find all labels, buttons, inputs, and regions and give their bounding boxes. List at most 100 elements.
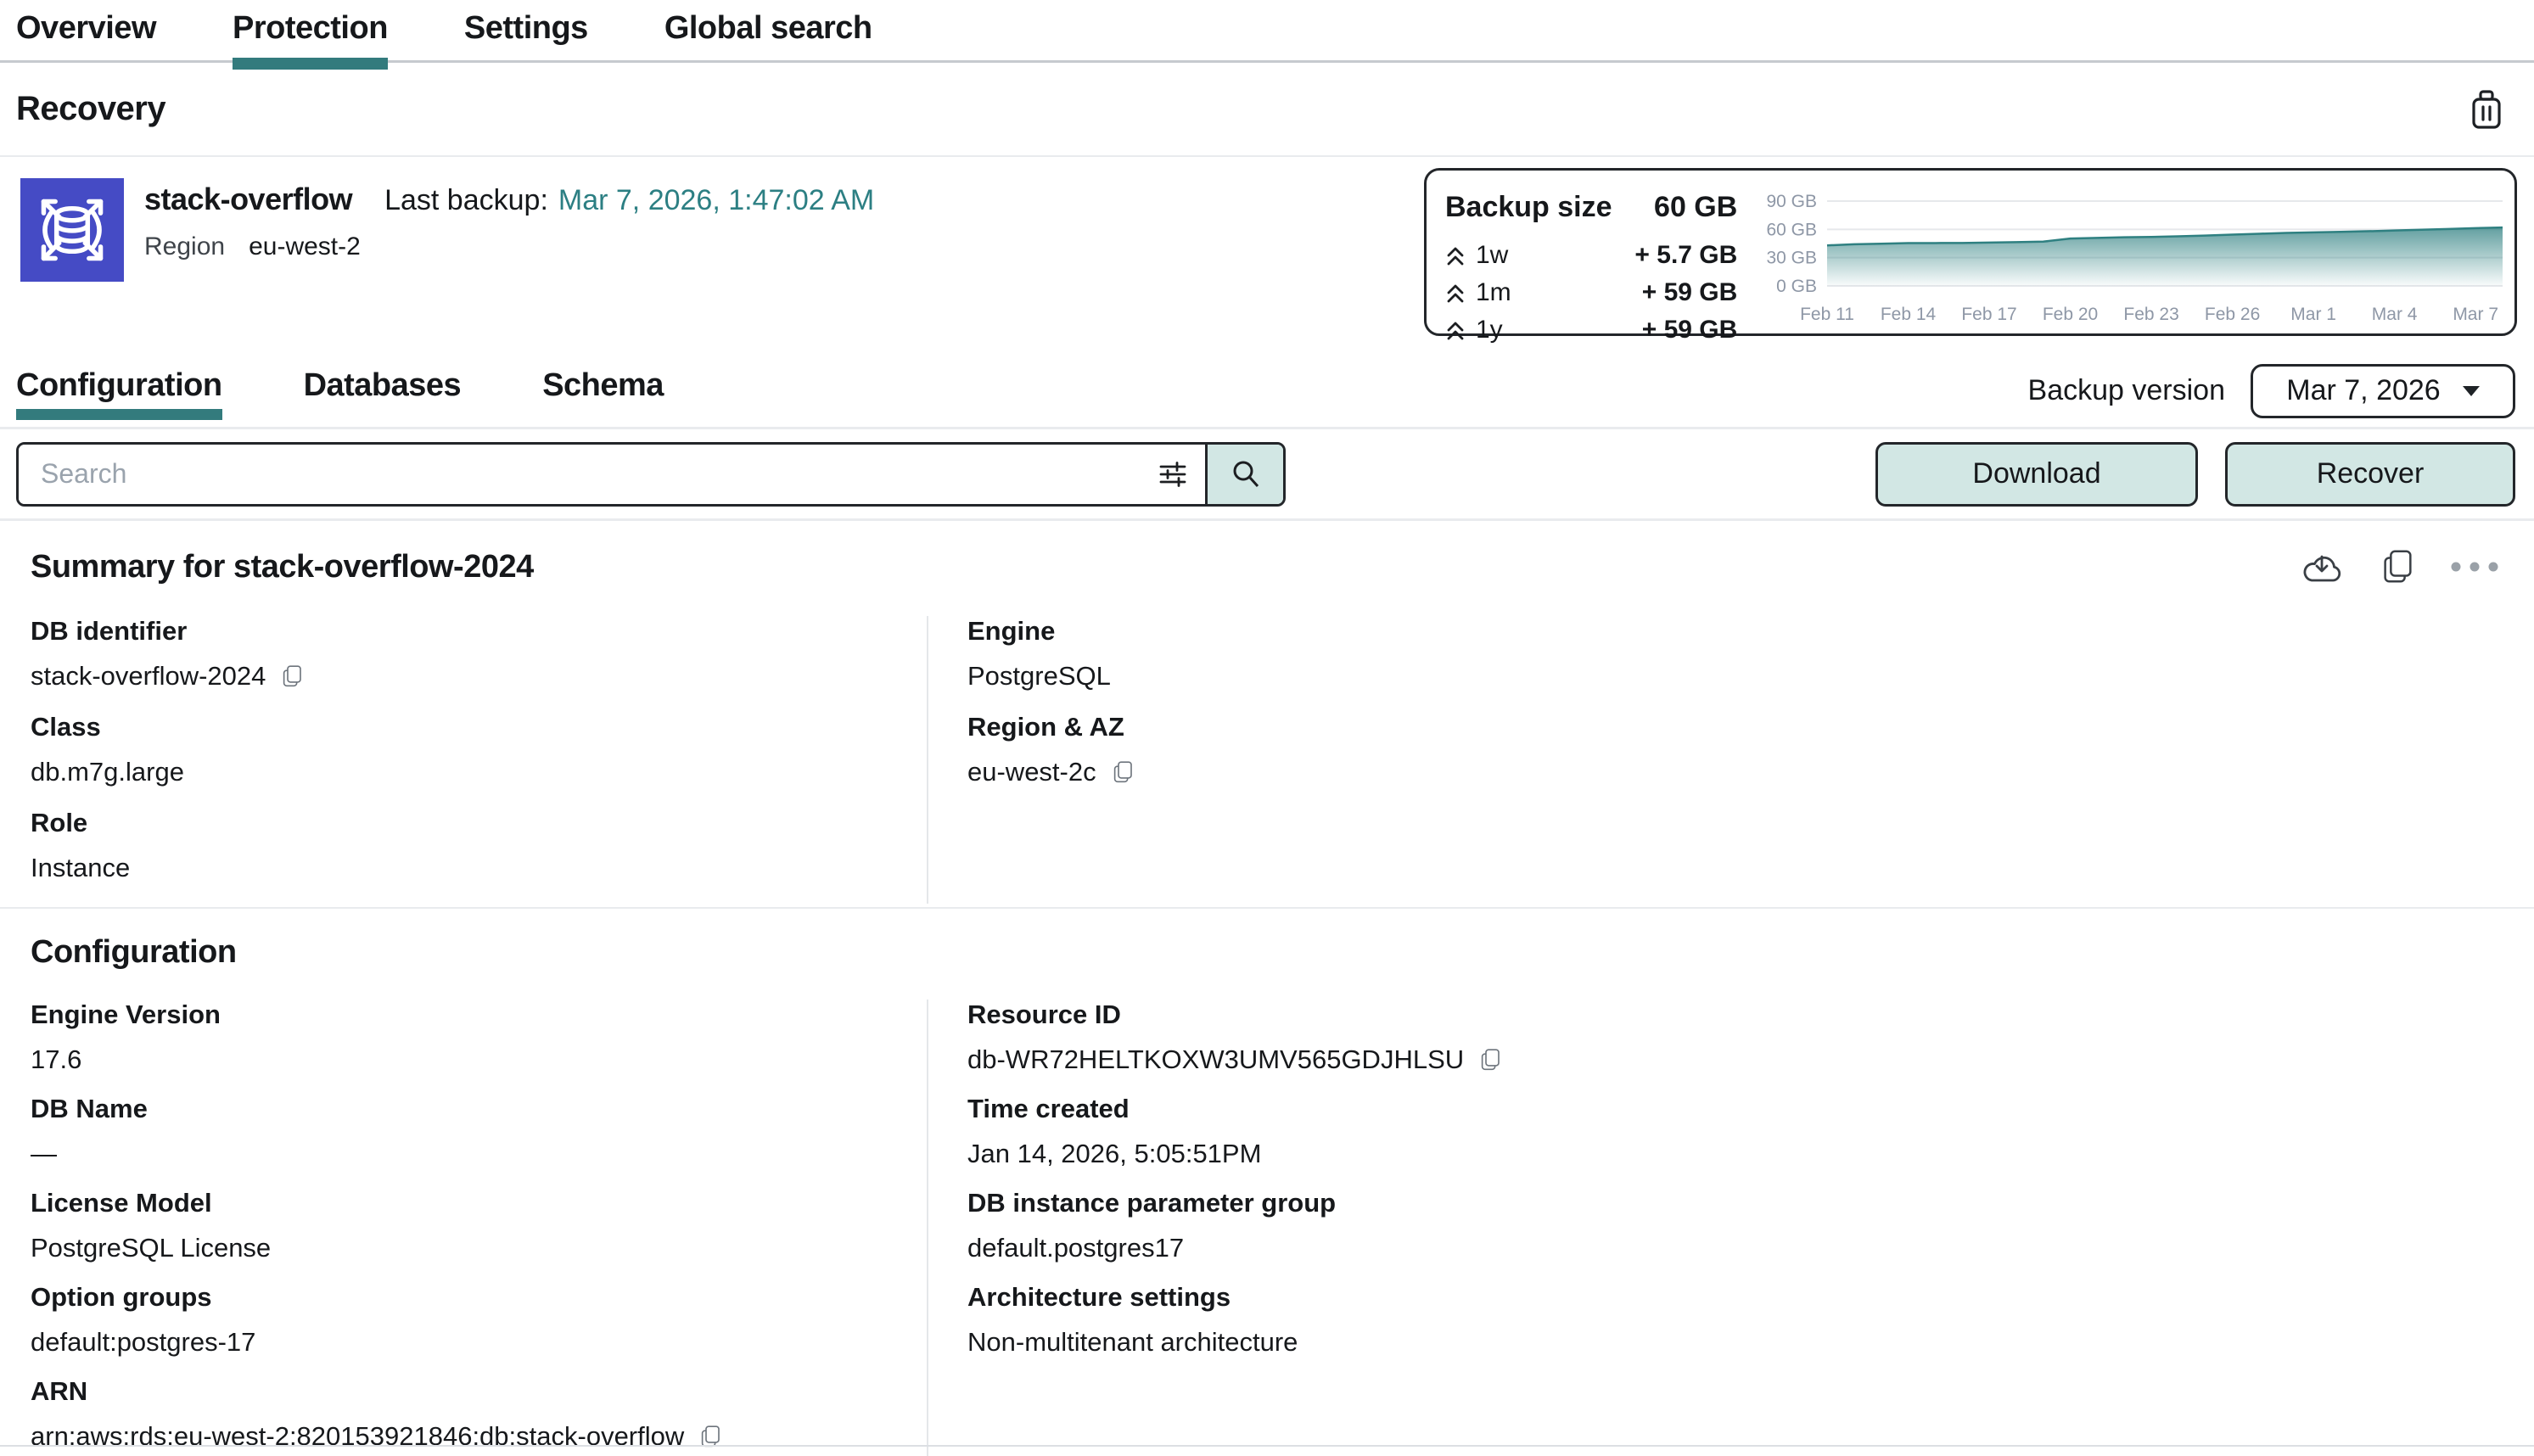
tab-databases[interactable]: Databases bbox=[304, 354, 462, 428]
backup-size-panel: Backup size 60 GB 1w + 5.7 GB 1m + 59 GB bbox=[1424, 168, 2517, 336]
backup-delta-row: 1w + 5.7 GB bbox=[1445, 241, 1737, 270]
instance-name: stack-overflow bbox=[144, 182, 352, 217]
copy-icon[interactable] bbox=[279, 662, 305, 691]
search-box bbox=[16, 442, 1286, 507]
field-value: arn:aws:rds:eu-west-2:820153921846:db:st… bbox=[31, 1421, 684, 1452]
instance-summary-row: stack-overflow Last backup: Mar 7, 2026,… bbox=[0, 157, 2534, 355]
field-label: Architecture settings bbox=[967, 1282, 2503, 1313]
field-value: — bbox=[31, 1139, 57, 1169]
field-db-name: DB Name — bbox=[31, 1094, 927, 1169]
field-role: Role Instance bbox=[31, 808, 927, 883]
chevron-double-up-icon bbox=[1445, 319, 1466, 341]
region-label: Region bbox=[144, 232, 225, 261]
page-title: Recovery bbox=[16, 90, 165, 128]
cloud-download-icon bbox=[2300, 550, 2344, 584]
field-architecture-settings: Architecture settings Non-multitenant ar… bbox=[967, 1282, 2503, 1358]
field-time-created: Time created Jan 14, 2026, 5:05:51PM bbox=[967, 1094, 2503, 1169]
instance-meta: stack-overflow Last backup: Mar 7, 2026,… bbox=[144, 178, 874, 355]
field-value: eu-west-2c bbox=[967, 757, 1096, 787]
svg-text:Feb 17: Feb 17 bbox=[1962, 305, 2017, 324]
svg-text:Feb 14: Feb 14 bbox=[1881, 305, 1937, 324]
field-value: db.m7g.large bbox=[31, 757, 184, 787]
chevron-down-icon bbox=[2463, 386, 2480, 396]
backup-delta-row: 1m + 59 GB bbox=[1445, 278, 1737, 307]
field-label: DB Name bbox=[31, 1094, 927, 1124]
trash-icon bbox=[2466, 87, 2507, 132]
field-arn: ARN arn:aws:rds:eu-west-2:820153921846:d… bbox=[31, 1376, 927, 1452]
svg-text:Feb 26: Feb 26 bbox=[2205, 305, 2260, 324]
filter-sliders-icon bbox=[1158, 461, 1188, 488]
backup-size-total: 60 GB bbox=[1654, 191, 1737, 224]
field-value: Non-multitenant architecture bbox=[967, 1327, 1298, 1358]
svg-text:Feb 20: Feb 20 bbox=[2043, 305, 2098, 324]
more-actions-button[interactable] bbox=[2451, 562, 2498, 572]
field-class: Class db.m7g.large bbox=[31, 712, 927, 787]
field-license-model: License Model PostgreSQL License bbox=[31, 1188, 927, 1263]
field-label: Role bbox=[31, 808, 927, 838]
filter-button[interactable] bbox=[1141, 445, 1205, 504]
tab-protection[interactable]: Protection bbox=[233, 10, 388, 60]
field-label: Option groups bbox=[31, 1282, 927, 1313]
tab-settings[interactable]: Settings bbox=[464, 10, 588, 60]
svg-text:90 GB: 90 GB bbox=[1767, 192, 1818, 211]
delta-period-label: 1w bbox=[1476, 241, 1508, 270]
backup-version-label: Backup version bbox=[2028, 374, 2225, 407]
field-label: Class bbox=[31, 712, 927, 742]
delete-button[interactable] bbox=[2466, 87, 2507, 132]
summary-title: Summary for stack-overflow-2024 bbox=[31, 549, 534, 585]
chevron-double-up-icon bbox=[1445, 244, 1466, 266]
download-button[interactable]: Download bbox=[1875, 442, 2198, 507]
field-label: Resource ID bbox=[967, 1000, 2503, 1030]
svg-text:Mar 1: Mar 1 bbox=[2291, 305, 2337, 324]
backup-version-dropdown[interactable]: Mar 7, 2026 bbox=[2251, 364, 2515, 418]
copy-icon[interactable] bbox=[1110, 758, 1135, 787]
region-value: eu-west-2 bbox=[249, 232, 361, 261]
field-label: Time created bbox=[967, 1094, 2503, 1124]
field-label: DB identifier bbox=[31, 616, 927, 647]
delta-value: + 59 GB bbox=[1642, 316, 1738, 344]
field-value: default.postgres17 bbox=[967, 1233, 1184, 1263]
svg-text:Mar 4: Mar 4 bbox=[2372, 305, 2418, 324]
svg-text:0 GB: 0 GB bbox=[1776, 277, 1817, 296]
field-label: License Model bbox=[31, 1188, 927, 1218]
field-value: PostgreSQL bbox=[967, 661, 1111, 692]
field-label: Engine Version bbox=[31, 1000, 927, 1030]
tab-schema[interactable]: Schema bbox=[542, 354, 664, 428]
field-resource-id: Resource ID db-WR72HELTKOXW3UMV565GDJHLS… bbox=[967, 1000, 2503, 1075]
field-db-identifier: DB identifier stack-overflow-2024 bbox=[31, 616, 927, 692]
field-db-instance-parameter-group: DB instance parameter group default.post… bbox=[967, 1188, 2503, 1263]
search-icon bbox=[1230, 458, 1262, 490]
svg-text:Feb 23: Feb 23 bbox=[2124, 305, 2179, 324]
field-engine-version: Engine Version 17.6 bbox=[31, 1000, 927, 1075]
field-value: Instance bbox=[31, 853, 130, 883]
copy-summary-button[interactable] bbox=[2378, 546, 2417, 587]
recover-button[interactable]: Recover bbox=[2225, 442, 2515, 507]
svg-text:Mar 7: Mar 7 bbox=[2453, 305, 2499, 324]
backup-size-label: Backup size bbox=[1445, 191, 1612, 224]
field-label: ARN bbox=[31, 1376, 927, 1407]
copy-icon[interactable] bbox=[1477, 1045, 1503, 1074]
backup-chart: 0 GB30 GB60 GB90 GBFeb 11Feb 14Feb 17Feb… bbox=[1756, 189, 2506, 332]
summary-section: Summary for stack-overflow-2024 D bbox=[0, 521, 2534, 907]
backup-version-value: Mar 7, 2026 bbox=[2286, 374, 2440, 407]
field-value: PostgreSQL License bbox=[31, 1233, 271, 1263]
field-option-groups: Option groups default:postgres-17 bbox=[31, 1282, 927, 1358]
delta-value: + 5.7 GB bbox=[1634, 241, 1737, 270]
configuration-title: Configuration bbox=[31, 934, 237, 971]
bottom-divider bbox=[0, 1445, 2534, 1447]
field-value: stack-overflow-2024 bbox=[31, 661, 266, 692]
backup-delta-row: 1y + 59 GB bbox=[1445, 316, 1737, 344]
subtabs-row: Configuration Databases Schema Backup ve… bbox=[0, 355, 2534, 429]
tab-global-search[interactable]: Global search bbox=[664, 10, 872, 60]
search-button[interactable] bbox=[1205, 445, 1283, 504]
export-button[interactable] bbox=[2300, 550, 2344, 584]
field-engine: Engine PostgreSQL bbox=[967, 616, 2503, 692]
tab-configuration[interactable]: Configuration bbox=[16, 354, 222, 428]
tab-overview[interactable]: Overview bbox=[16, 10, 156, 60]
field-value: 17.6 bbox=[31, 1044, 81, 1075]
top-navigation: Overview Protection Settings Global sear… bbox=[0, 0, 2534, 63]
search-input[interactable] bbox=[19, 445, 1141, 504]
copy-icon bbox=[2378, 546, 2417, 587]
field-region-az: Region & AZ eu-west-2c bbox=[967, 712, 2503, 787]
delta-period-label: 1y bbox=[1476, 316, 1503, 344]
